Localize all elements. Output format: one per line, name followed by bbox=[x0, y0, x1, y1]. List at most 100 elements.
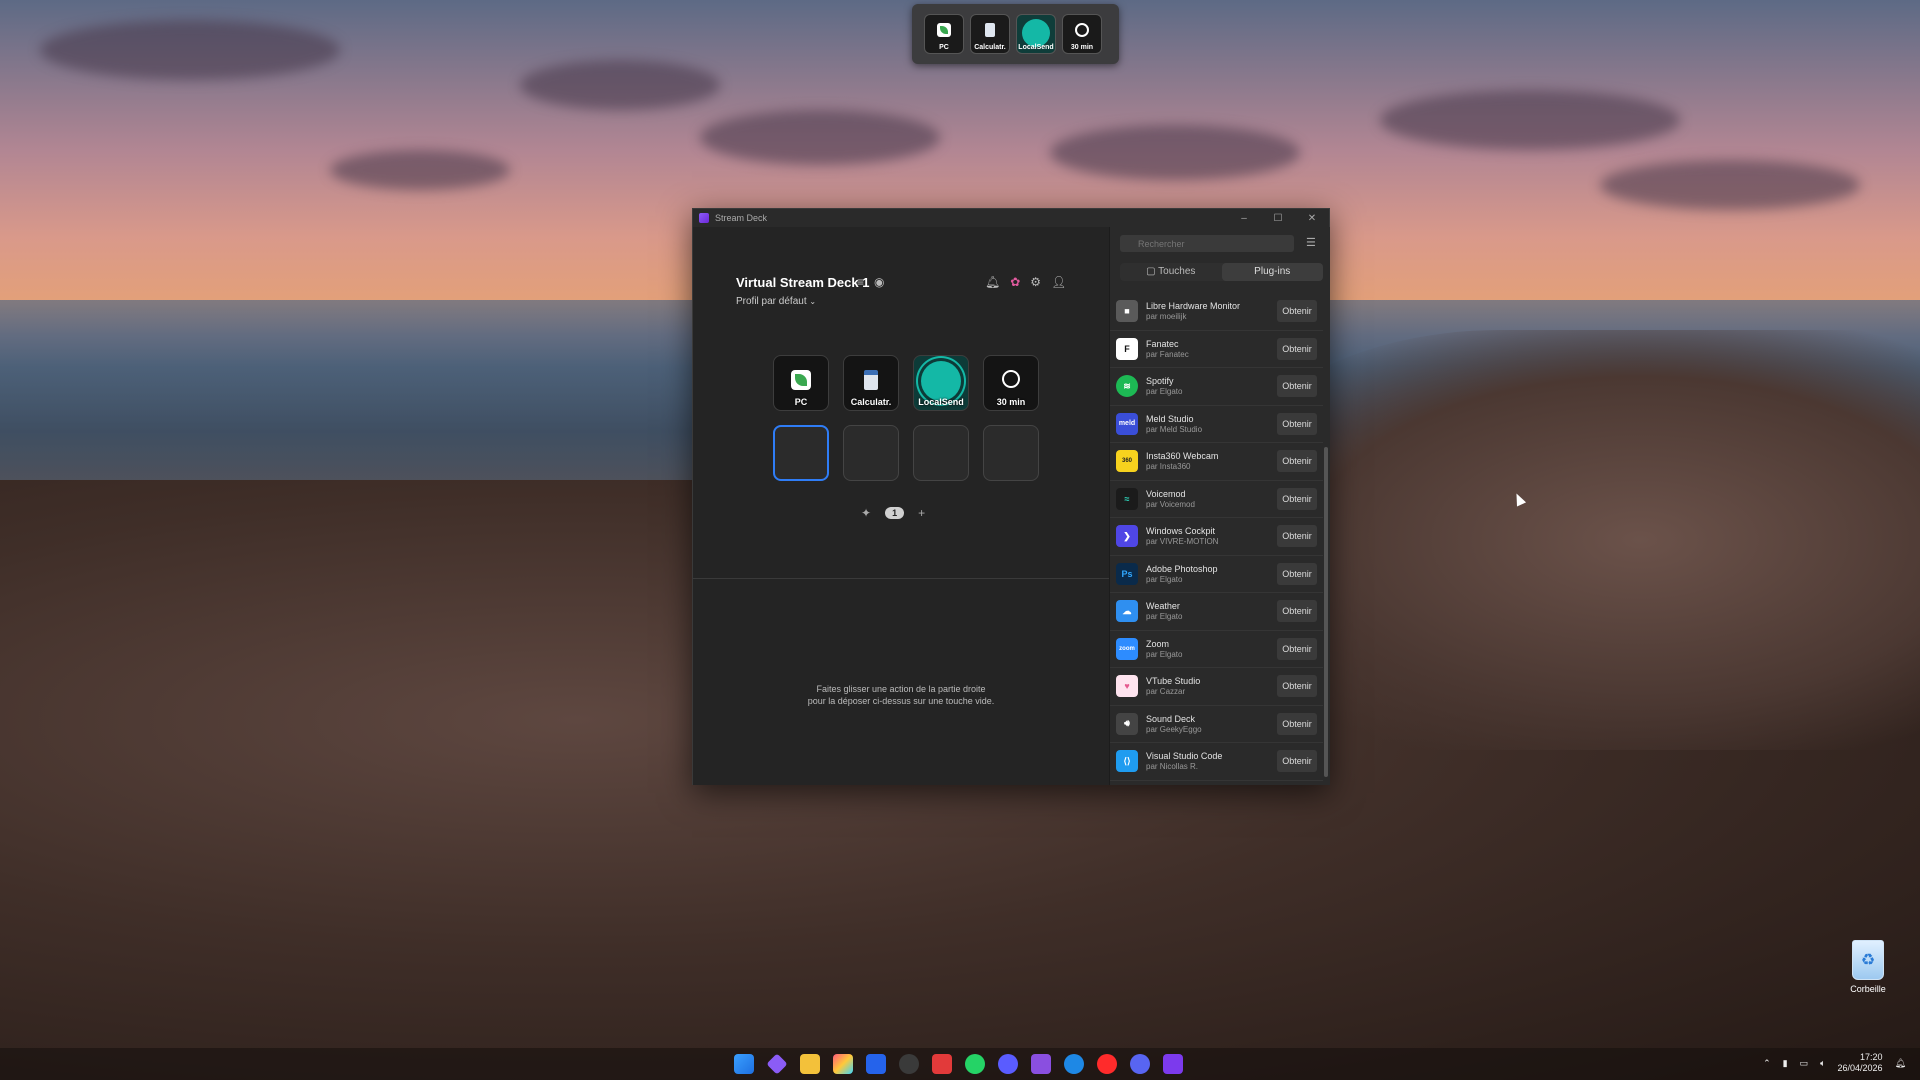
get-button[interactable]: Obtenir bbox=[1277, 675, 1317, 697]
list-item[interactable]: ❯ Windows Cockpit par VIVRE-MOTION Obtenir bbox=[1110, 518, 1323, 556]
marketplace-icon[interactable]: ✿ bbox=[1010, 275, 1020, 289]
list-item[interactable]: F Fanatec par Fanatec Obtenir bbox=[1110, 331, 1323, 368]
key-empty-selected[interactable] bbox=[773, 425, 829, 481]
obs-icon[interactable] bbox=[899, 1054, 919, 1074]
edge-icon[interactable] bbox=[1064, 1054, 1084, 1074]
key-timer[interactable]: 30 min bbox=[983, 355, 1039, 411]
volume-icon[interactable]: 🔈︎ bbox=[1820, 1058, 1825, 1069]
user-icon[interactable]: 👤︎ bbox=[1051, 275, 1066, 289]
floating-stream-deck[interactable]: PC Calculatr. LocalSend 30 min bbox=[912, 4, 1119, 64]
hint-line: pour la déposer ci-dessus sur une touche… bbox=[807, 696, 995, 706]
list-item[interactable]: ≋ Spotify par Elgato Obtenir bbox=[1110, 368, 1323, 406]
diamond-app-icon[interactable] bbox=[766, 1053, 788, 1075]
profile-selector[interactable]: Profil par défaut ⌄ bbox=[736, 296, 816, 307]
notification-icon[interactable]: 🔔︎ bbox=[1895, 1058, 1906, 1069]
list-item[interactable]: meld Meld Studio par Meld Studio Obtenir bbox=[1110, 406, 1323, 443]
mini-key-localsend[interactable]: LocalSend bbox=[1016, 14, 1056, 54]
recycle-bin-label: Corbeille bbox=[1850, 984, 1886, 994]
calculator-icon bbox=[864, 370, 878, 390]
get-button[interactable]: Obtenir bbox=[1277, 525, 1317, 547]
list-item[interactable]: zoom Zoom par Elgato Obtenir bbox=[1110, 631, 1323, 668]
device-name: Virtual Stream Deck 1 bbox=[736, 275, 870, 290]
tab-touches[interactable]: ▢ Touches bbox=[1120, 263, 1222, 281]
plugin-name: Visual Studio Code bbox=[1146, 751, 1223, 762]
mini-key-calculator[interactable]: Calculatr. bbox=[970, 14, 1010, 54]
cloud bbox=[330, 150, 510, 190]
minimize-button[interactable]: – bbox=[1227, 213, 1261, 224]
tab-plugins[interactable]: Plug-ins bbox=[1221, 263, 1323, 281]
chevron-up-icon[interactable]: ⌃ bbox=[1763, 1058, 1771, 1069]
plugin-name: Fanatec bbox=[1146, 338, 1179, 349]
plugin-name: Adobe Photoshop bbox=[1146, 563, 1218, 574]
key-localsend[interactable]: LocalSend bbox=[913, 355, 969, 411]
eye-icon[interactable]: ◉ bbox=[874, 275, 884, 289]
list-item[interactable]: ☁ Weather par Elgato Obtenir bbox=[1110, 593, 1323, 631]
clock[interactable]: 17:20 26/04/2026 bbox=[1838, 1052, 1883, 1074]
get-button[interactable]: Obtenir bbox=[1277, 375, 1317, 397]
stream-deck-taskbar-icon[interactable] bbox=[1163, 1054, 1183, 1074]
key-label: Calculatr. bbox=[850, 397, 892, 407]
get-button[interactable]: Obtenir bbox=[1277, 337, 1317, 360]
get-button[interactable]: Obtenir bbox=[1277, 750, 1317, 772]
key-empty[interactable] bbox=[983, 425, 1039, 481]
maximize-button[interactable]: ☐ bbox=[1261, 213, 1295, 224]
add-page-icon[interactable]: + bbox=[918, 506, 925, 520]
title-bar: Stream Deck – ☐ ✕ bbox=[693, 209, 1329, 227]
get-button[interactable]: Obtenir bbox=[1277, 600, 1317, 622]
file-explorer-icon[interactable] bbox=[800, 1054, 820, 1074]
list-item[interactable]: 🔊︎ Sound Deck par GeekyEggo Obtenir bbox=[1110, 706, 1323, 743]
page-indicator[interactable]: 1 bbox=[885, 507, 905, 519]
get-button[interactable]: Obtenir bbox=[1277, 450, 1317, 472]
plugin-author: par Elgato bbox=[1146, 649, 1183, 659]
close-button[interactable]: ✕ bbox=[1295, 213, 1329, 224]
list-view-icon[interactable]: ☰ bbox=[1306, 236, 1316, 249]
recycle-bin[interactable]: ♻ Corbeille bbox=[1846, 940, 1890, 994]
get-button[interactable]: Obtenir bbox=[1277, 412, 1317, 435]
photos-icon[interactable] bbox=[833, 1054, 853, 1074]
messenger-icon[interactable] bbox=[998, 1054, 1018, 1074]
pin-icon[interactable]: ✦ bbox=[861, 506, 871, 520]
mini-key-pc[interactable]: PC bbox=[924, 14, 964, 54]
get-button[interactable]: Obtenir bbox=[1277, 637, 1317, 660]
whatsapp-icon[interactable] bbox=[965, 1054, 985, 1074]
bell-icon[interactable]: 🔔︎ bbox=[985, 275, 1000, 289]
stream-deck-logo-icon bbox=[699, 213, 709, 223]
calculator-icon bbox=[985, 23, 995, 37]
notes-app-icon[interactable] bbox=[932, 1054, 952, 1074]
insta360-icon: 360 bbox=[1116, 450, 1138, 473]
youtube-icon[interactable] bbox=[1097, 1054, 1117, 1074]
start-icon[interactable] bbox=[734, 1054, 754, 1074]
vtube-studio-icon: ♥ bbox=[1116, 675, 1138, 698]
cloud bbox=[1380, 90, 1680, 150]
list-item[interactable]: ■ Libre Hardware Monitor par moeilijk Obten… bbox=[1110, 293, 1323, 331]
key-calculator[interactable]: Calculatr. bbox=[843, 355, 899, 411]
list-item[interactable]: ⟨⟩ Visual Studio Code par Nicollas R. Obten… bbox=[1110, 743, 1323, 781]
scrollbar[interactable] bbox=[1324, 447, 1328, 777]
key-empty[interactable] bbox=[843, 425, 899, 481]
gear-icon[interactable]: ⚙ bbox=[1030, 275, 1041, 289]
mini-key-label: LocalSend bbox=[1018, 44, 1054, 51]
key-pc[interactable]: PC bbox=[773, 355, 829, 411]
get-button[interactable]: Obtenir bbox=[1277, 712, 1317, 735]
search-input[interactable] bbox=[1120, 235, 1294, 252]
get-button[interactable]: Obtenir bbox=[1277, 300, 1317, 322]
system-tray: ⌃ ▮ ▭ 🔈︎ 17:20 26/04/2026 🔔︎ bbox=[1763, 1052, 1906, 1074]
list-item[interactable]: ≈ Voicemod par Voicemod Obtenir bbox=[1110, 481, 1323, 518]
get-button[interactable]: Obtenir bbox=[1277, 487, 1317, 510]
battery-icon[interactable]: ▮ bbox=[1783, 1058, 1788, 1069]
key-icon: ▢ bbox=[1146, 266, 1159, 277]
list-item[interactable]: 360 Insta360 Webcam par Insta360 Obtenir bbox=[1110, 443, 1323, 481]
device-tools: ≡ ◉ bbox=[857, 275, 885, 289]
window-title: Stream Deck bbox=[715, 213, 768, 223]
get-button[interactable]: Obtenir bbox=[1277, 562, 1317, 585]
list-item[interactable]: Ps Adobe Photoshop par Elgato Obtenir bbox=[1110, 556, 1323, 593]
creative-app-icon[interactable] bbox=[1031, 1054, 1051, 1074]
magnet-app-icon[interactable] bbox=[866, 1054, 886, 1074]
mini-key-timer[interactable]: 30 min bbox=[1062, 14, 1102, 54]
plugin-author: par moeilijk bbox=[1146, 312, 1187, 322]
sliders-icon[interactable]: ≡ bbox=[857, 275, 864, 289]
discord-icon[interactable] bbox=[1130, 1054, 1150, 1074]
list-item[interactable]: ♥ VTube Studio par Cazzar Obtenir bbox=[1110, 668, 1323, 706]
key-empty[interactable] bbox=[913, 425, 969, 481]
network-icon[interactable]: ▭ bbox=[1800, 1058, 1809, 1069]
